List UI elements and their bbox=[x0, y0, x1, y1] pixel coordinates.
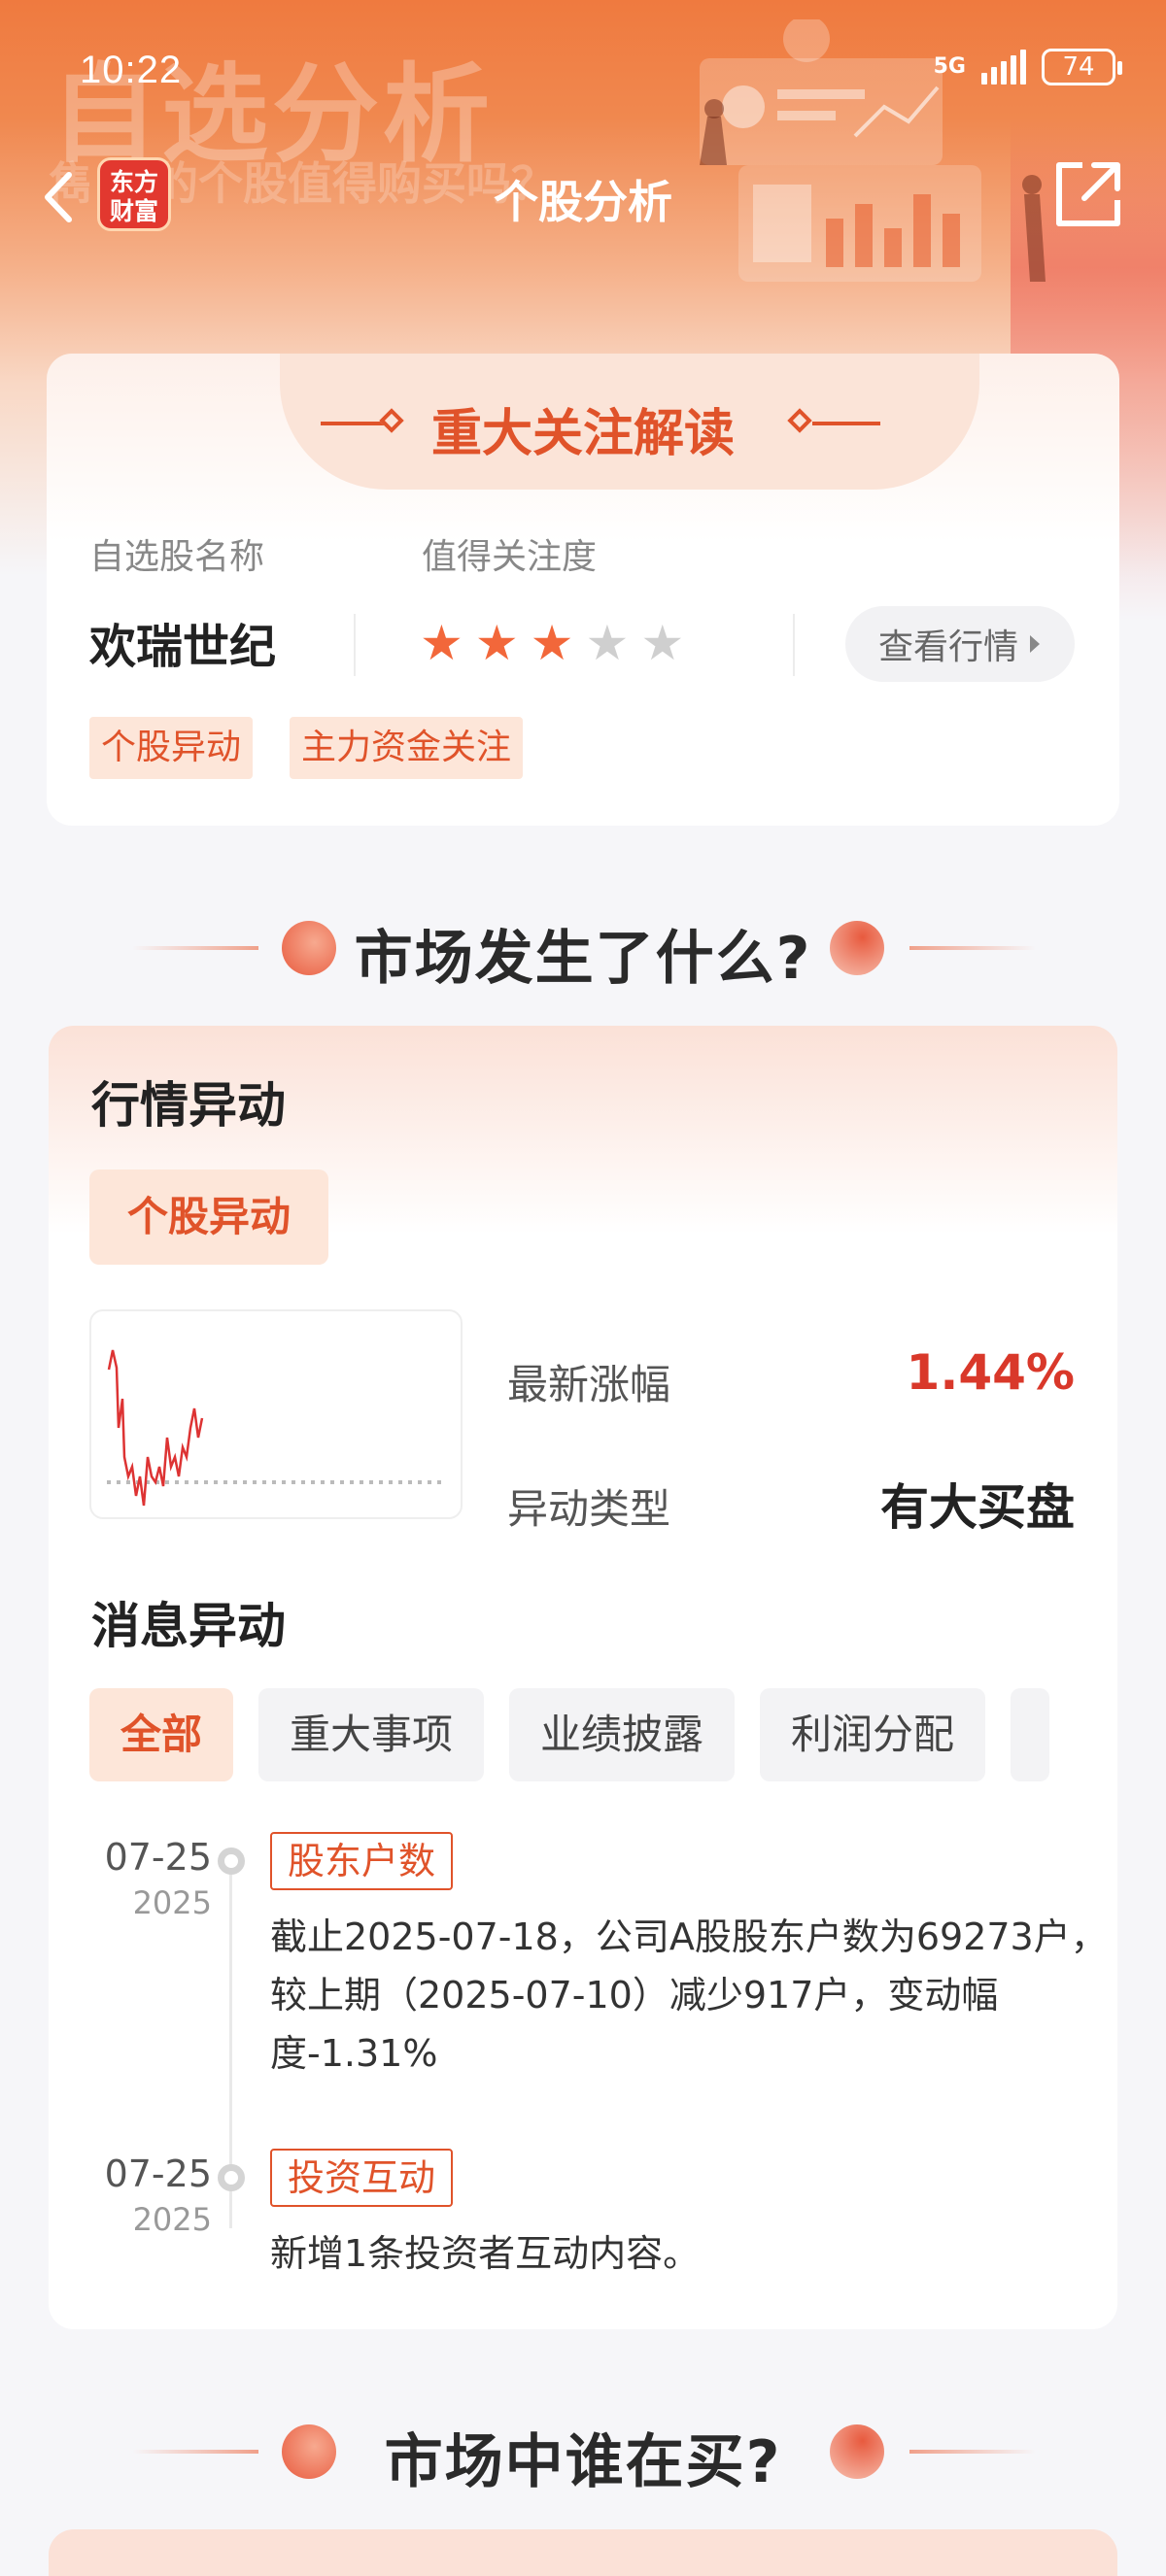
star-filled-icon: ★ bbox=[530, 615, 574, 671]
ball-icon bbox=[830, 2424, 884, 2479]
divider bbox=[354, 614, 356, 676]
tag-main-capital: 主力资金关注 bbox=[290, 717, 524, 779]
section-title-who-buys: 市场中谁在买? bbox=[384, 2428, 782, 2496]
quote-anomaly-heading: 行情异动 bbox=[91, 1077, 286, 1134]
attention-label: 值得关注度 bbox=[422, 537, 598, 577]
title-line-right bbox=[812, 422, 880, 425]
signal-icon bbox=[981, 50, 1026, 85]
timeline-year: 2025 bbox=[132, 1884, 212, 1921]
metric-label-type: 异动类型 bbox=[507, 1485, 671, 1533]
timeline-tag: 投资互动 bbox=[270, 2149, 454, 2207]
view-quote-label: 查看行情 bbox=[877, 627, 1018, 667]
tag-stock-anomaly: 个股异动 bbox=[89, 717, 254, 779]
quote-anomaly-tag[interactable]: 个股异动 bbox=[89, 1169, 328, 1265]
focus-card-title: 重大关注解读 bbox=[430, 405, 735, 463]
battery-level: 74 bbox=[1062, 52, 1095, 82]
buyers-card bbox=[49, 2529, 1117, 2576]
divider bbox=[793, 614, 795, 676]
timeline-text[interactable]: 截止2025-07-18，公司A股股东户数为69273户，较上期（2025-07… bbox=[270, 1908, 1112, 2083]
filter-dividend[interactable]: 利润分配 bbox=[760, 1688, 986, 1781]
status-icons: 5G 74 bbox=[933, 49, 1122, 85]
timeline-dot bbox=[218, 1847, 245, 1875]
attention-rating: ★ ★ ★ ★ ★ bbox=[420, 616, 684, 670]
section-title-what-happened: 市场发生了什么? bbox=[354, 925, 812, 993]
news-filter-tabs: 全部 重大事项 业绩披露 利润分配 bbox=[89, 1688, 1050, 1781]
focus-card: 重大关注解读 自选股名称 值得关注度 欢瑞世纪 ★ ★ ★ ★ ★ 查看行情 个股异动 … bbox=[47, 354, 1119, 826]
filter-earnings[interactable]: 业绩披露 bbox=[509, 1688, 736, 1781]
metric-value-type: 有大买盘 bbox=[880, 1479, 1075, 1536]
mini-price-chart[interactable] bbox=[89, 1309, 463, 1519]
metric-label-change: 最新涨幅 bbox=[507, 1361, 671, 1408]
caret-right-icon bbox=[1030, 635, 1040, 653]
price-sparkline bbox=[107, 1349, 447, 1507]
market-card: 行情异动 个股异动 最新涨幅 1.44% 异动类型 有大买盘 消息异动 全部 重… bbox=[49, 1026, 1117, 2329]
timeline-dot bbox=[218, 2164, 245, 2191]
ball-icon bbox=[830, 921, 884, 975]
star-filled-icon: ★ bbox=[474, 615, 519, 671]
status-time: 10:22 bbox=[80, 49, 183, 91]
news-anomaly-heading: 消息异动 bbox=[91, 1598, 286, 1654]
filter-more[interactable] bbox=[1011, 1688, 1050, 1781]
star-empty-icon: ★ bbox=[640, 615, 685, 671]
stock-name: 欢瑞世纪 bbox=[89, 620, 277, 674]
page-title: 个股分析 bbox=[494, 176, 672, 228]
section-line-right bbox=[909, 946, 1036, 950]
network-indicator: 5G bbox=[933, 54, 966, 79]
battery-icon: 74 bbox=[1042, 49, 1122, 85]
filter-major-events[interactable]: 重大事项 bbox=[258, 1688, 485, 1781]
filter-all[interactable]: 全部 bbox=[89, 1688, 234, 1781]
timeline-date: 07-25 bbox=[104, 2152, 212, 2195]
star-filled-icon: ★ bbox=[420, 615, 463, 671]
timeline-year: 2025 bbox=[132, 2201, 212, 2238]
timeline-date: 07-25 bbox=[104, 1836, 212, 1879]
metric-value-change: 1.44% bbox=[906, 1344, 1075, 1401]
share-button[interactable] bbox=[1049, 155, 1127, 233]
view-quote-button[interactable]: 查看行情 bbox=[845, 606, 1075, 682]
stock-name-label: 自选股名称 bbox=[89, 537, 265, 577]
timeline-tag: 股东户数 bbox=[270, 1832, 454, 1890]
share-icon bbox=[1056, 162, 1120, 226]
section-line-right bbox=[909, 2450, 1036, 2454]
timeline-text[interactable]: 新增1条投资者互动内容。 bbox=[270, 2224, 1112, 2283]
star-empty-icon: ★ bbox=[585, 615, 630, 671]
